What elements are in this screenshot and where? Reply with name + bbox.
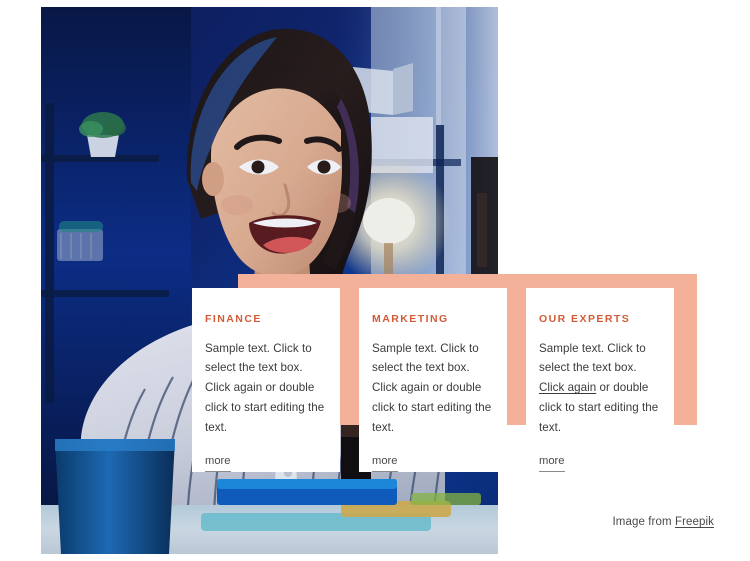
feature-card-marketing[interactable]: MARKETING Sample text. Click to select t… bbox=[359, 288, 507, 472]
card-more-link[interactable]: more bbox=[372, 454, 398, 472]
feature-card-our-experts[interactable]: OUR EXPERTS Sample text. Click to select… bbox=[526, 288, 674, 472]
card-title: MARKETING bbox=[372, 313, 449, 325]
card-more-link[interactable]: more bbox=[205, 454, 231, 472]
card-body: Sample text. Click to select the text bo… bbox=[372, 339, 493, 439]
card-body-text: Sample text. Click to select the text bo… bbox=[205, 341, 325, 435]
card-title: FINANCE bbox=[205, 313, 262, 325]
card-body-text: Sample text. Click to select the text bo… bbox=[372, 341, 492, 435]
card-title: OUR EXPERTS bbox=[539, 313, 631, 325]
card-more-link[interactable]: more bbox=[539, 454, 565, 472]
freepik-link[interactable]: Freepik bbox=[675, 516, 714, 528]
feature-cards: FINANCE Sample text. Click to select the… bbox=[192, 288, 700, 472]
image-credit: Image from Freepik bbox=[613, 516, 715, 528]
card-body: Sample text. Click to select the text bo… bbox=[539, 339, 660, 439]
image-credit-prefix: Image from bbox=[612, 516, 675, 528]
card-inline-link[interactable]: Click again bbox=[539, 381, 596, 394]
feature-card-finance[interactable]: FINANCE Sample text. Click to select the… bbox=[192, 288, 340, 472]
card-body: Sample text. Click to select the text bo… bbox=[205, 339, 326, 439]
page-root: FINANCE Sample text. Click to select the… bbox=[0, 0, 750, 561]
card-body-text-before: Sample text. Click to select the text bo… bbox=[539, 341, 646, 375]
